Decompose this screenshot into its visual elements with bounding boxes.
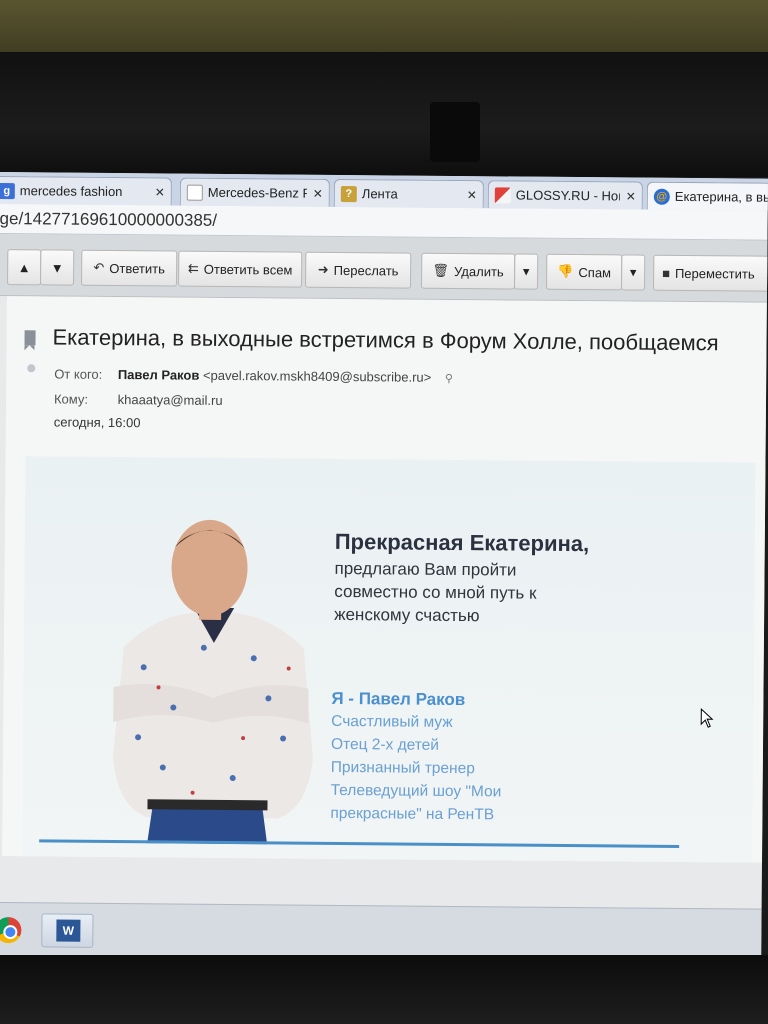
forward-button[interactable]: ➜ Переслать	[305, 251, 412, 289]
monitor-bezel-top	[0, 52, 768, 177]
from-label: От кого:	[54, 366, 103, 382]
reply-all-label: Ответить всем	[203, 261, 293, 278]
tab-title: Лента	[361, 186, 398, 202]
move-button[interactable]: ■ Переместить	[652, 254, 768, 292]
chrome-icon[interactable]	[0, 916, 22, 944]
tab-title: Mercedes-Benz F	[207, 184, 307, 201]
message-pane: Екатерина, в выходные встретимся в Форум…	[2, 296, 767, 863]
sender-email[interactable]: <pavel.rakov.mskh8409@subscribe.ru>	[203, 368, 431, 385]
banner-headline: Прекрасная Екатерина,	[334, 528, 590, 557]
reply-icon: ↶	[93, 259, 105, 275]
reply-button[interactable]: ↶ Ответить	[81, 249, 178, 287]
banner-name: Я - Павел Раков	[331, 688, 466, 710]
google-icon: g	[0, 182, 15, 199]
banner-fact: Отец 2-х детей	[330, 735, 440, 754]
close-icon[interactable]: ✕	[626, 189, 636, 203]
spam-label: Спам	[578, 264, 612, 280]
read-status-icon[interactable]	[27, 364, 36, 373]
delete-label: Удалить	[454, 263, 504, 279]
spam-button[interactable]: 👎 Спам	[545, 253, 623, 291]
chevron-down-icon: ▾	[522, 263, 530, 279]
reply-all-button[interactable]: ⇇ Ответить всем	[178, 250, 303, 288]
delete-button[interactable]: 🗑 Удалить	[420, 252, 516, 290]
next-message-button[interactable]: ▼	[40, 249, 75, 286]
close-icon[interactable]: ✕	[467, 188, 477, 202]
tab-mercedes-fashion[interactable]: g mercedes fashion ✕	[0, 175, 172, 206]
close-icon[interactable]: ✕	[313, 186, 323, 200]
sender-photo	[112, 519, 313, 845]
thumbs-down-icon: 👎	[557, 263, 574, 280]
arrow-up-icon: ▲	[17, 259, 31, 275]
tab-title: Екатерина, в вы	[674, 188, 768, 205]
prev-message-button[interactable]: ▲	[7, 249, 42, 286]
tab-mercedes-benz[interactable]: Mercedes-Benz F ✕	[179, 177, 330, 207]
forward-label: Переслать	[333, 262, 399, 278]
address-url: ge/14277169610000000385/	[0, 208, 218, 230]
banner-fact: Признанный тренер	[330, 758, 475, 778]
banner-subline: женскому счастью	[334, 604, 480, 626]
chevron-down-icon: ▾	[629, 264, 637, 280]
move-label: Переместить	[674, 265, 755, 282]
question-icon: ?	[340, 185, 357, 202]
tab-lenta[interactable]: ? Лента ✕	[333, 178, 484, 209]
spam-dropdown-button[interactable]: ▾	[620, 254, 646, 291]
word-taskbar-button[interactable]: W	[41, 913, 94, 948]
banner-subline: предлагаю Вам пройти	[334, 558, 517, 580]
banner-fact: Счастливый муж	[331, 712, 453, 731]
mouse-cursor-icon	[700, 708, 714, 728]
arrow-down-icon: ▼	[50, 259, 64, 276]
page-icon	[186, 184, 203, 201]
monitor-bezel-bottom	[0, 955, 768, 1024]
background-wall	[0, 0, 768, 60]
folder-icon: ■	[662, 265, 671, 281]
to-label: Кому:	[53, 391, 89, 407]
mail-toolbar: ▲ ▼ ↶ Ответить ⇇ Ответить всем ➜ Пересла…	[0, 233, 768, 303]
recipient-email[interactable]: khaaatya@mail.ru	[118, 392, 223, 408]
banner-fact: Телеведущий шоу "Мои	[330, 781, 502, 801]
forward-arrow-icon: ➜	[317, 261, 329, 277]
banner-subline: совместно со мной путь к	[334, 581, 537, 603]
message-subject: Екатерина, в выходные встретимся в Форум…	[52, 324, 719, 356]
close-icon[interactable]: ✕	[155, 185, 165, 199]
tab-ekaterina-mail[interactable]: @ Екатерина, в вы	[646, 181, 768, 211]
webcam	[430, 102, 480, 162]
banner-fact: прекрасные" на РенТВ	[330, 804, 495, 824]
tab-title: GLOSSY.RU - Нов	[515, 187, 620, 204]
to-row: Кому: khaaatya@mail.ru	[54, 391, 223, 407]
reply-all-icon: ⇇	[187, 260, 199, 276]
message-date: сегодня, 16:00	[53, 414, 141, 431]
banner-divider	[39, 839, 680, 848]
tab-glossy[interactable]: GLOSSY.RU - Нов ✕	[487, 180, 643, 210]
flag-icon[interactable]	[24, 330, 36, 346]
search-icon[interactable]: ⚲	[445, 373, 453, 385]
trash-icon: 🗑	[432, 262, 450, 278]
from-row: От кого: Павел Раков <pavel.rakov.mskh84…	[54, 366, 453, 384]
word-icon: W	[56, 919, 81, 942]
browser-window: g mercedes fashion ✕ Mercedes-Benz F ✕ ?…	[0, 172, 768, 967]
email-banner: Прекрасная Екатерина, предлагаю Вам прой…	[22, 456, 756, 863]
mailru-icon: @	[653, 188, 670, 205]
tab-title: mercedes fashion	[19, 183, 123, 200]
sender-name[interactable]: Павел Раков	[118, 367, 200, 383]
reply-label: Ответить	[109, 260, 165, 276]
delete-dropdown-button[interactable]: ▾	[513, 253, 539, 290]
glossy-icon	[494, 186, 511, 203]
